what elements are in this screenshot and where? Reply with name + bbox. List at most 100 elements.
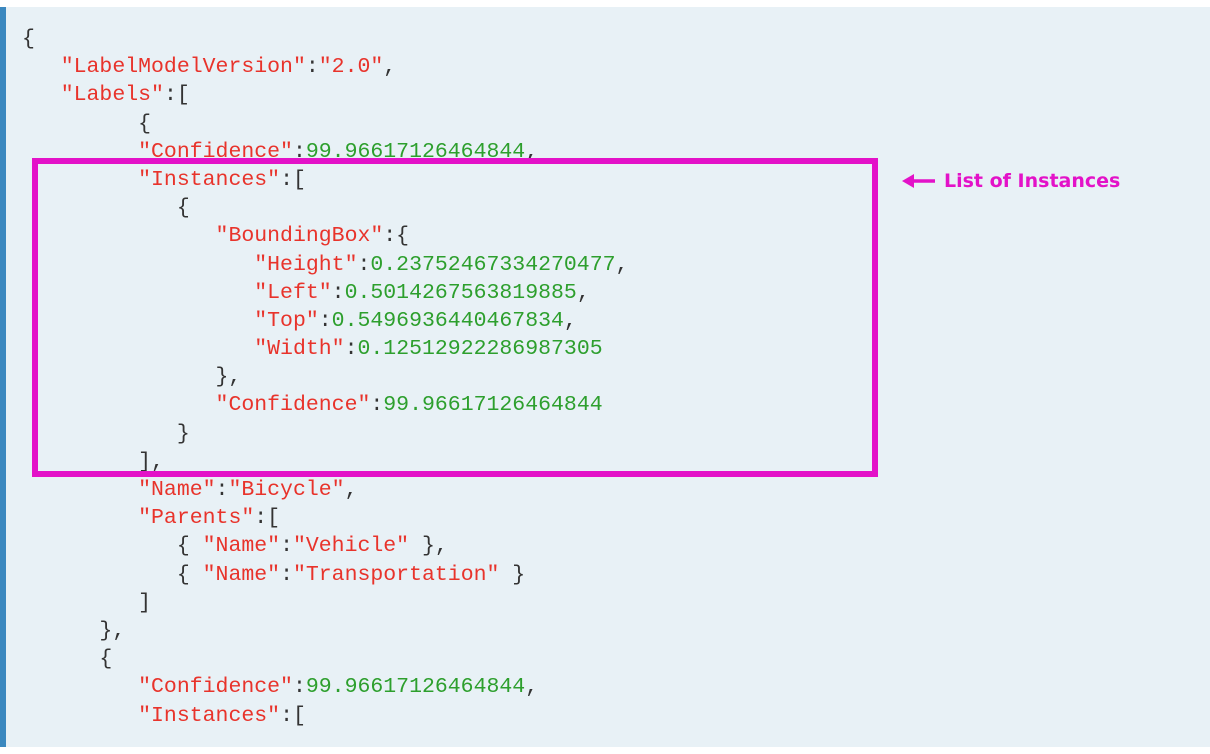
json-punctuation: : xyxy=(370,393,384,418)
json-punctuation xyxy=(22,393,216,417)
code-panel: { "LabelModelVersion":"2.0", "Labels":[ … xyxy=(0,7,1210,747)
json-punctuation xyxy=(22,253,254,277)
code-line: "Name":"Bicycle", xyxy=(22,476,628,504)
json-punctuation: , xyxy=(563,308,577,333)
json-punctuation: :{ xyxy=(383,224,410,249)
json-key: "Name" xyxy=(202,534,281,559)
code-line: "Parents":[ xyxy=(22,504,628,532)
code-line: "Top":0.5496936440467834, xyxy=(22,307,628,335)
json-punctuation xyxy=(22,281,254,305)
code-line: "LabelModelVersion":"2.0", xyxy=(22,53,628,81)
json-key: "Instances" xyxy=(138,167,281,192)
json-punctuation: :[ xyxy=(280,703,306,728)
json-punctuation: : xyxy=(280,562,293,587)
annotation-callout: List of Instances xyxy=(902,170,1120,192)
json-punctuation xyxy=(22,337,254,361)
code-line: }, xyxy=(22,363,628,391)
code-line: { "Name":"Transportation" } xyxy=(22,561,628,589)
annotation-label: List of Instances xyxy=(944,170,1121,192)
code-line: } xyxy=(22,420,628,448)
json-string: "Bicycle" xyxy=(228,478,345,502)
code-line: "Left":0.5014267563819885, xyxy=(22,279,628,307)
json-punctuation: , xyxy=(576,280,590,305)
json-key: "Name" xyxy=(138,478,216,502)
code-line: { xyxy=(22,25,628,53)
code-line: { xyxy=(22,194,628,222)
json-punctuation: : xyxy=(331,280,345,305)
json-punctuation: : xyxy=(318,308,332,333)
json-punctuation: , xyxy=(615,252,629,277)
json-number: 0.12512922286987305 xyxy=(357,337,603,362)
json-punctuation: }, xyxy=(22,365,242,390)
code-line: "Labels":[ xyxy=(22,81,628,109)
json-key: "Confidence" xyxy=(138,675,293,700)
code-line: "Height":0.23752467334270477, xyxy=(22,251,628,279)
json-key: "Top" xyxy=(254,308,319,333)
code-line: "Confidence":99.96617126464844, xyxy=(22,673,628,701)
json-punctuation: { xyxy=(22,27,35,51)
json-string: "Transportation" xyxy=(292,562,500,587)
code-line: "BoundingBox":{ xyxy=(22,222,628,250)
code-line: ], xyxy=(22,448,628,476)
json-punctuation xyxy=(22,478,138,502)
json-number: 99.96617126464844 xyxy=(305,139,526,164)
json-key: "Name" xyxy=(202,562,281,587)
json-key: "LabelModelVersion" xyxy=(60,55,306,80)
code-line: "Instances":[ xyxy=(22,702,628,730)
json-punctuation: ], xyxy=(22,449,164,474)
json-string: "Vehicle" xyxy=(292,534,410,559)
json-punctuation: { xyxy=(22,647,113,672)
json-punctuation xyxy=(22,309,254,333)
code-line: ] xyxy=(22,589,628,617)
json-punctuation: :[ xyxy=(163,83,190,108)
code-line: { xyxy=(22,110,628,138)
json-number: 99.96617126464844 xyxy=(305,675,526,700)
json-number: 0.23752467334270477 xyxy=(370,252,616,277)
json-punctuation: , xyxy=(383,55,397,80)
arrow-left-icon xyxy=(902,174,935,188)
json-string: "2.0" xyxy=(318,55,384,80)
json-punctuation: : xyxy=(357,252,371,277)
json-punctuation xyxy=(22,55,61,79)
json-key: "Confidence" xyxy=(215,393,371,418)
json-punctuation xyxy=(22,140,138,164)
json-number: 0.5496936440467834 xyxy=(331,308,564,333)
json-punctuation xyxy=(22,168,138,192)
json-punctuation: { xyxy=(22,534,203,559)
json-punctuation: : xyxy=(344,337,358,362)
code-line: }, xyxy=(22,617,628,645)
json-punctuation xyxy=(22,224,216,248)
json-punctuation: : xyxy=(305,55,319,80)
json-key: "BoundingBox" xyxy=(215,224,384,249)
json-punctuation: , xyxy=(525,675,539,700)
json-punctuation: : xyxy=(280,534,293,559)
json-key: "Left" xyxy=(254,280,332,305)
json-punctuation: { xyxy=(22,111,152,136)
json-punctuation: , xyxy=(525,139,539,164)
json-code-block: { "LabelModelVersion":"2.0", "Labels":[ … xyxy=(22,25,628,730)
code-line: "Width":0.12512922286987305 xyxy=(22,335,628,363)
json-key: "Width" xyxy=(254,337,345,362)
code-line: "Confidence":99.96617126464844, xyxy=(22,138,628,166)
json-punctuation xyxy=(22,704,138,728)
code-line: { xyxy=(22,645,628,673)
json-punctuation: }, xyxy=(22,618,126,643)
code-line: "Instances":[ xyxy=(22,166,628,194)
code-line: { "Name":"Vehicle" }, xyxy=(22,532,628,560)
json-punctuation xyxy=(22,83,61,107)
json-punctuation: { xyxy=(22,196,190,221)
json-punctuation: } xyxy=(22,421,190,446)
json-punctuation: { xyxy=(22,562,203,587)
json-punctuation: :[ xyxy=(280,167,306,192)
json-key: "Instances" xyxy=(138,703,281,728)
json-key: "Labels" xyxy=(60,83,164,108)
json-punctuation: } xyxy=(499,562,526,587)
json-punctuation: : xyxy=(292,139,306,164)
json-punctuation xyxy=(22,506,138,530)
json-punctuation: ] xyxy=(22,590,152,615)
json-key: "Parents" xyxy=(138,506,255,531)
json-punctuation: }, xyxy=(409,534,448,559)
json-punctuation: : xyxy=(292,675,306,700)
json-number: 99.96617126464844 xyxy=(383,393,603,418)
code-line: "Confidence":99.96617126464844 xyxy=(22,391,628,419)
